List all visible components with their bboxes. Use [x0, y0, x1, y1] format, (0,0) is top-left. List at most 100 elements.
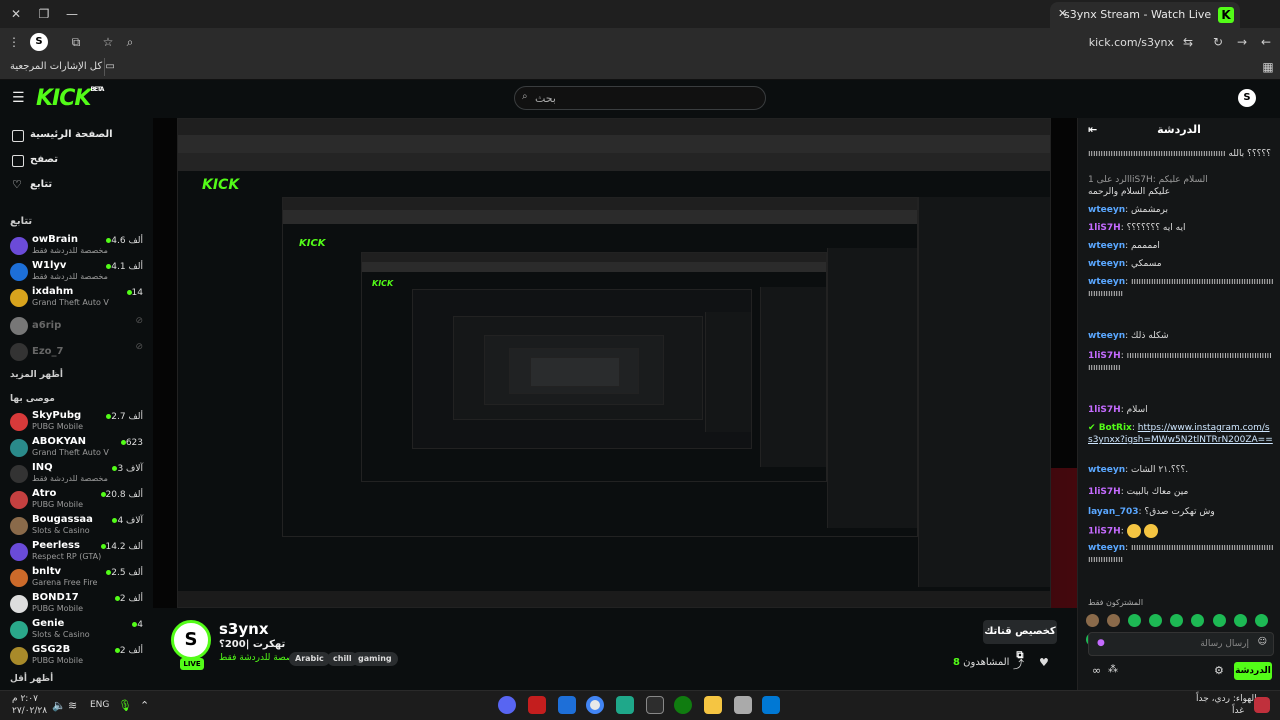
epic-games-icon[interactable] — [646, 696, 664, 714]
chat-username[interactable]: wteeyn — [1088, 205, 1125, 215]
users-icon[interactable]: ⁂ — [1108, 664, 1118, 675]
app-gray-icon[interactable] — [734, 696, 752, 714]
sidebar-channel-ezo7[interactable]: Ezo_7 ⊘ — [8, 340, 153, 364]
chat-username[interactable]: wteeyn — [1088, 465, 1125, 475]
mic-icon[interactable]: ● — [1097, 638, 1105, 648]
emote-icon[interactable] — [1149, 614, 1163, 627]
sidebar-channel-abokyan[interactable]: ABOKYAN Grand Theft Auto V (G... 623 — [8, 436, 153, 460]
all-bookmarks[interactable]: كل الإشارات المرجعية ▭ — [10, 61, 115, 72]
reload-icon[interactable]: ↻ — [1210, 34, 1226, 50]
app-red-icon[interactable] — [528, 696, 546, 714]
emoji-icon[interactable]: ☺ — [1258, 637, 1267, 647]
forward-icon[interactable]: → — [1234, 34, 1250, 50]
sidebar-channel-bond17[interactable]: BOND17 PUBG Mobile 2 ألف — [8, 592, 153, 616]
settings-gear-icon[interactable]: ⚙ — [1214, 664, 1224, 677]
tag-arabic[interactable]: Arabic — [289, 652, 330, 666]
apps-grid-icon[interactable]: ▦ — [1260, 59, 1276, 75]
subscribe-button[interactable]: كخصيص قناتك ⧉ — [983, 620, 1057, 661]
chat-username[interactable]: wteeyn — [1088, 331, 1125, 341]
app-teal-icon[interactable] — [616, 696, 634, 714]
emote-icon[interactable] — [1191, 614, 1205, 627]
nav-browse[interactable]: تصفح — [0, 151, 153, 171]
shield-app-icon[interactable] — [558, 696, 576, 714]
address-bar[interactable]: kick.com/s3ynx — [1089, 36, 1174, 49]
volume-icon[interactable]: 🔈 — [52, 699, 66, 712]
sidebar-channel-genie[interactable]: Genie Slots & Casino 4 — [8, 618, 153, 642]
wifi-icon[interactable]: ≋ — [68, 699, 77, 712]
chat-username[interactable]: layan_703 — [1088, 507, 1139, 517]
chat-title: الدردشة — [1157, 123, 1201, 136]
nav-home[interactable]: الصفحة الرئيسية — [0, 126, 153, 146]
chat-username[interactable]: 1liS7H — [1088, 527, 1121, 537]
site-settings-icon[interactable]: ⇆ — [1180, 34, 1196, 50]
follow-heart-icon[interactable]: ♥ — [1039, 656, 1049, 669]
sidebar-channel-owbrain[interactable]: owBrain مخصصة للدردشة فقط 4.6 ألف — [8, 234, 153, 258]
emote-icon[interactable] — [1254, 614, 1268, 627]
emote-icon[interactable] — [1212, 614, 1226, 627]
sidebar-channel-inq[interactable]: INQ مخصصة للدردشة فقط 3 آلاف — [8, 462, 153, 486]
show-more-link[interactable]: أظهر المزيد — [10, 370, 63, 380]
emote-icon[interactable] — [1086, 614, 1099, 627]
nested-screen-4 — [412, 289, 752, 449]
emote-icon[interactable] — [1233, 614, 1247, 627]
close-window-icon[interactable]: ✕ — [8, 6, 24, 22]
emote-icon[interactable] — [1107, 614, 1121, 627]
chat-username[interactable]: wteeyn — [1088, 543, 1125, 553]
extensions-icon[interactable]: ⧉ — [68, 34, 84, 50]
chat-input[interactable]: ● إرسال رسالة ☺ — [1088, 632, 1274, 656]
user-avatar[interactable]: S — [1238, 89, 1256, 107]
back-icon[interactable]: ← — [1258, 34, 1274, 50]
windows-start-icon[interactable] — [762, 696, 780, 714]
sidebar-channel-peerless[interactable]: Peerless Respect RP (GTA) 14.2 ألف — [8, 540, 153, 564]
maximize-icon[interactable]: ❐ — [36, 6, 52, 22]
video-player[interactable]: KICK KICK KICK — [153, 118, 1077, 608]
search-input[interactable]: ⌕ بحث — [514, 86, 766, 110]
chat-username[interactable]: 1liS7H — [1088, 405, 1121, 415]
sidebar-channel-atro[interactable]: Atro PUBG Mobile 20.8 ألف — [8, 488, 153, 512]
channel-avatar[interactable]: S — [171, 620, 211, 660]
sidebar-channel-gsg2b[interactable]: GSG2B PUBG Mobile 2 ألف — [8, 644, 153, 668]
chat-username[interactable]: wteeyn — [1088, 277, 1125, 287]
chat-username[interactable]: wteeyn — [1088, 259, 1125, 269]
language-indicator[interactable]: ENG — [90, 700, 109, 710]
collapse-chat-icon[interactable]: ⇤ — [1088, 118, 1097, 142]
menu-dots-icon[interactable]: ⋮ — [6, 34, 22, 50]
chat-username[interactable]: 1liS7H — [1088, 351, 1121, 361]
bookmark-star-icon[interactable]: ☆ — [100, 34, 116, 50]
sidebar-channel-skypubg[interactable]: SkyPubg PUBG Mobile 2.7 ألف — [8, 410, 153, 434]
chrome-icon[interactable] — [586, 696, 604, 714]
clock-time[interactable]: ٢:٠٧ م — [12, 694, 38, 704]
chat-username[interactable]: 1liS7H — [1088, 487, 1121, 497]
send-chat-button[interactable]: الدردشة — [1234, 662, 1272, 680]
chat-username[interactable]: wteeyn — [1088, 241, 1125, 251]
profile-avatar[interactable]: S — [30, 33, 48, 51]
channel-name[interactable]: s3ynx — [219, 620, 269, 638]
weather-title[interactable]: الهواء: ردي، جداً — [1196, 694, 1257, 704]
show-less-link[interactable]: أظهر أقل — [10, 674, 53, 684]
infinity-icon[interactable]: ∞ — [1092, 664, 1101, 677]
file-explorer-icon[interactable] — [704, 696, 722, 714]
discord-icon[interactable] — [498, 696, 516, 714]
sidebar-channel-bnltv[interactable]: bnltv Garena Free Fire 2.5 ألف — [8, 566, 153, 590]
weather-icon[interactable] — [1254, 697, 1270, 713]
chat-username[interactable]: BotRix — [1099, 423, 1132, 433]
sidebar-channel-a6rip[interactable]: a6rip ⊘ — [8, 314, 153, 338]
emote-icon[interactable] — [1128, 614, 1142, 627]
xbox-icon[interactable] — [674, 696, 692, 714]
mic-active-icon[interactable]: 🎙 — [118, 699, 132, 712]
sidebar-channel-w1lyv[interactable]: W1lyv مخصصة للدردشة فقط 4.1 ألف — [8, 260, 153, 284]
zoom-icon[interactable]: ⌕ — [122, 34, 138, 50]
clock-date[interactable]: ٢٧/٠٢/٢٨ — [12, 706, 47, 716]
emote-icon[interactable] — [1170, 614, 1184, 627]
chat-username[interactable]: 1liS7H — [1088, 223, 1121, 233]
nav-following[interactable]: ♡ تتابع — [0, 176, 153, 196]
hamburger-menu-icon[interactable]: ☰ — [12, 90, 25, 106]
kick-logo[interactable]: KICKBETA — [36, 86, 104, 111]
sidebar-channel-ixdahm[interactable]: ixdahm Grand Theft Auto V (GTA) 14 — [8, 286, 153, 310]
tag-gaming[interactable]: gaming — [352, 652, 398, 666]
sidebar-channel-bougassaa[interactable]: Bougassaa Slots & Casino 4 آلاف — [8, 514, 153, 538]
tray-chevron-icon[interactable]: ⌃ — [140, 699, 149, 712]
share-icon[interactable]: ⤴ — [1013, 656, 1024, 672]
minimize-icon[interactable]: — — [64, 6, 80, 22]
active-tab[interactable]: ✕ s3ynx Stream - Watch Live on Kick K — [1050, 2, 1240, 28]
